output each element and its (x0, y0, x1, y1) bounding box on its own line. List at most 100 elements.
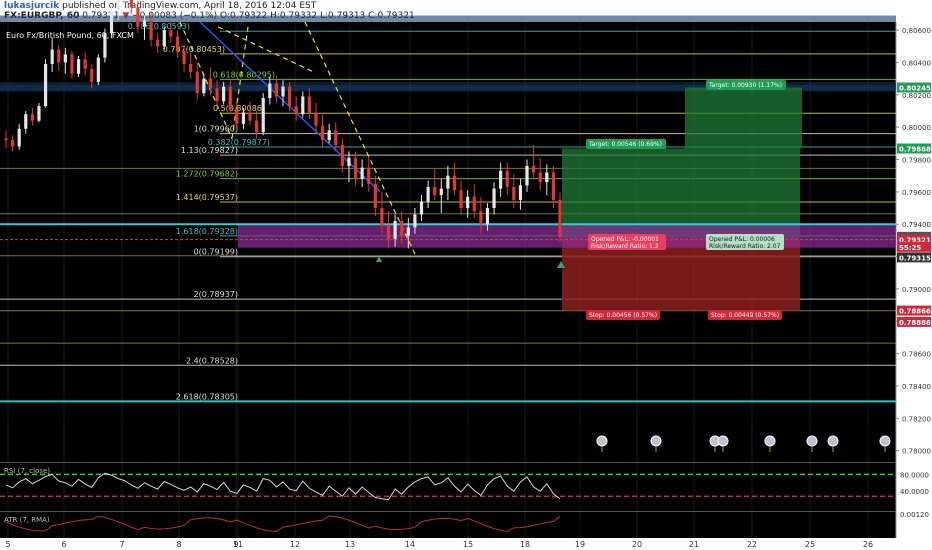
x-tick-label: 25 (805, 540, 815, 549)
candle-body (175, 36, 180, 52)
economic-event-icon (806, 435, 818, 447)
candle-body (208, 78, 213, 89)
pl-label-1-text: Risk/Reward Ratio: 1.2 (591, 243, 659, 250)
candle-body (485, 208, 490, 225)
candle-body (222, 86, 226, 102)
candle-body (287, 86, 292, 107)
atr-pane (0, 512, 896, 538)
candle-body (149, 20, 153, 40)
fib-level-label: 2.4(0.78528) (186, 356, 238, 365)
fib-level-label: 1.13(0.79827) (181, 146, 238, 155)
candle-body (433, 187, 437, 196)
price-badge-text: 0.78886 (899, 319, 931, 327)
candle-body (373, 183, 377, 209)
candle-body (301, 96, 305, 115)
candle-body (255, 120, 259, 132)
rsi-tick-label: 80.0000 (900, 471, 929, 479)
candle-body (195, 72, 199, 94)
candle-body (413, 214, 417, 228)
candle-body (129, 0, 133, 8)
fib-level-label: 2(0.78937) (194, 290, 238, 299)
x-tick-label: 26 (863, 540, 873, 549)
x-tick-label: 13 (345, 540, 355, 549)
x-tick-label: 12 (290, 540, 300, 549)
candle-body (142, 20, 147, 27)
candle-body (320, 125, 325, 141)
candle-body (10, 140, 15, 147)
candle-body (459, 190, 463, 209)
candle-body (57, 49, 61, 63)
candle-body (314, 112, 318, 126)
economic-event-icon (879, 435, 891, 447)
candle-body (426, 187, 430, 202)
y-tick-label: 0.78400 (902, 383, 931, 391)
candle-body (248, 112, 252, 121)
candle-body (307, 96, 311, 113)
candle-body (228, 86, 232, 110)
fib-level-label: 1.272(0.79682) (176, 170, 238, 179)
stop-label-2-text: Stop: 0.00449 (0.57%) (711, 312, 779, 319)
stop-label-1-text: Stop: 0.00456 (0.57%) (589, 312, 657, 319)
fib-level-label: 1.414(0.79537) (176, 193, 238, 202)
atr-label: ATR (7, RMA) (4, 516, 50, 524)
candle-body (452, 175, 457, 191)
candle-body (162, 30, 166, 47)
economic-event-icon (764, 435, 776, 447)
x-tick-label: 21 (689, 540, 699, 549)
candle-body (419, 201, 424, 215)
entry-zone (238, 224, 896, 248)
candle-body (525, 165, 529, 186)
y-tick-label: 0.80600 (902, 27, 931, 35)
pl-label-2-text: Risk/Reward Ratio: 2.07 (709, 243, 781, 250)
candle-body (439, 188, 443, 196)
pl-label-1-text: Opened P&L: -0.00001 (591, 236, 659, 243)
candle-body (30, 114, 34, 121)
y-tick-label: 0.80000 (902, 124, 931, 132)
fib-level-label: 1.618(0.79328) (176, 227, 238, 236)
candle-body (551, 172, 556, 200)
candle-body (4, 138, 8, 141)
price-badge-text: 0.79315 (899, 254, 931, 262)
candle-body (50, 49, 54, 65)
y-tick-label: 0.79400 (902, 221, 931, 229)
candle-body (37, 106, 41, 121)
candle-body (538, 172, 542, 183)
y-tick-label: 0.80200 (902, 92, 931, 100)
candle-body (367, 167, 371, 184)
economic-event-icon (717, 435, 729, 447)
pl-label-2-text: Opened P&L: 0.00006 (709, 236, 775, 243)
x-tick-label: 14 (405, 540, 415, 549)
candle-body (532, 165, 536, 173)
candle-body (235, 109, 239, 124)
candle-body (472, 196, 476, 212)
candle-body (406, 227, 410, 236)
candle-body (189, 64, 193, 73)
candle-body (327, 130, 331, 141)
x-tick-label: 7 (119, 540, 124, 549)
y-tick-label: 0.78200 (902, 415, 931, 423)
candle-body (17, 128, 21, 147)
x-tick-label: 11 (233, 540, 243, 549)
candle-body (512, 187, 516, 200)
y-tick-label: 0.78000 (902, 448, 931, 456)
economic-event-icon (650, 435, 662, 447)
candle-body (558, 199, 562, 238)
candle-body (353, 157, 358, 179)
y-tick-label: 0.79000 (902, 286, 931, 294)
x-tick-label: 18 (520, 540, 530, 549)
blue-zone (0, 15, 896, 22)
target-zone-2 (685, 87, 802, 149)
atr-tick-label: 0.00120 (900, 511, 929, 519)
candle-body (90, 68, 94, 82)
candle-body (274, 83, 279, 97)
candle-body (294, 106, 298, 115)
y-tick-label: 0.79800 (902, 157, 931, 165)
price-badge-text: 0.78866 (899, 308, 931, 316)
candle-body (109, 10, 114, 34)
y-tick-label: 0.79600 (902, 189, 931, 197)
price-chart-svg[interactable]: 5 6 7 8 911 12 13 14 15 18 19 20 21 22 25 260.786(0.805… (0, 0, 932, 550)
candle-body (400, 220, 404, 236)
candle-body (360, 167, 364, 179)
candle-body (499, 170, 503, 189)
fib-level-label: 2.618(0.78305) (176, 392, 238, 401)
